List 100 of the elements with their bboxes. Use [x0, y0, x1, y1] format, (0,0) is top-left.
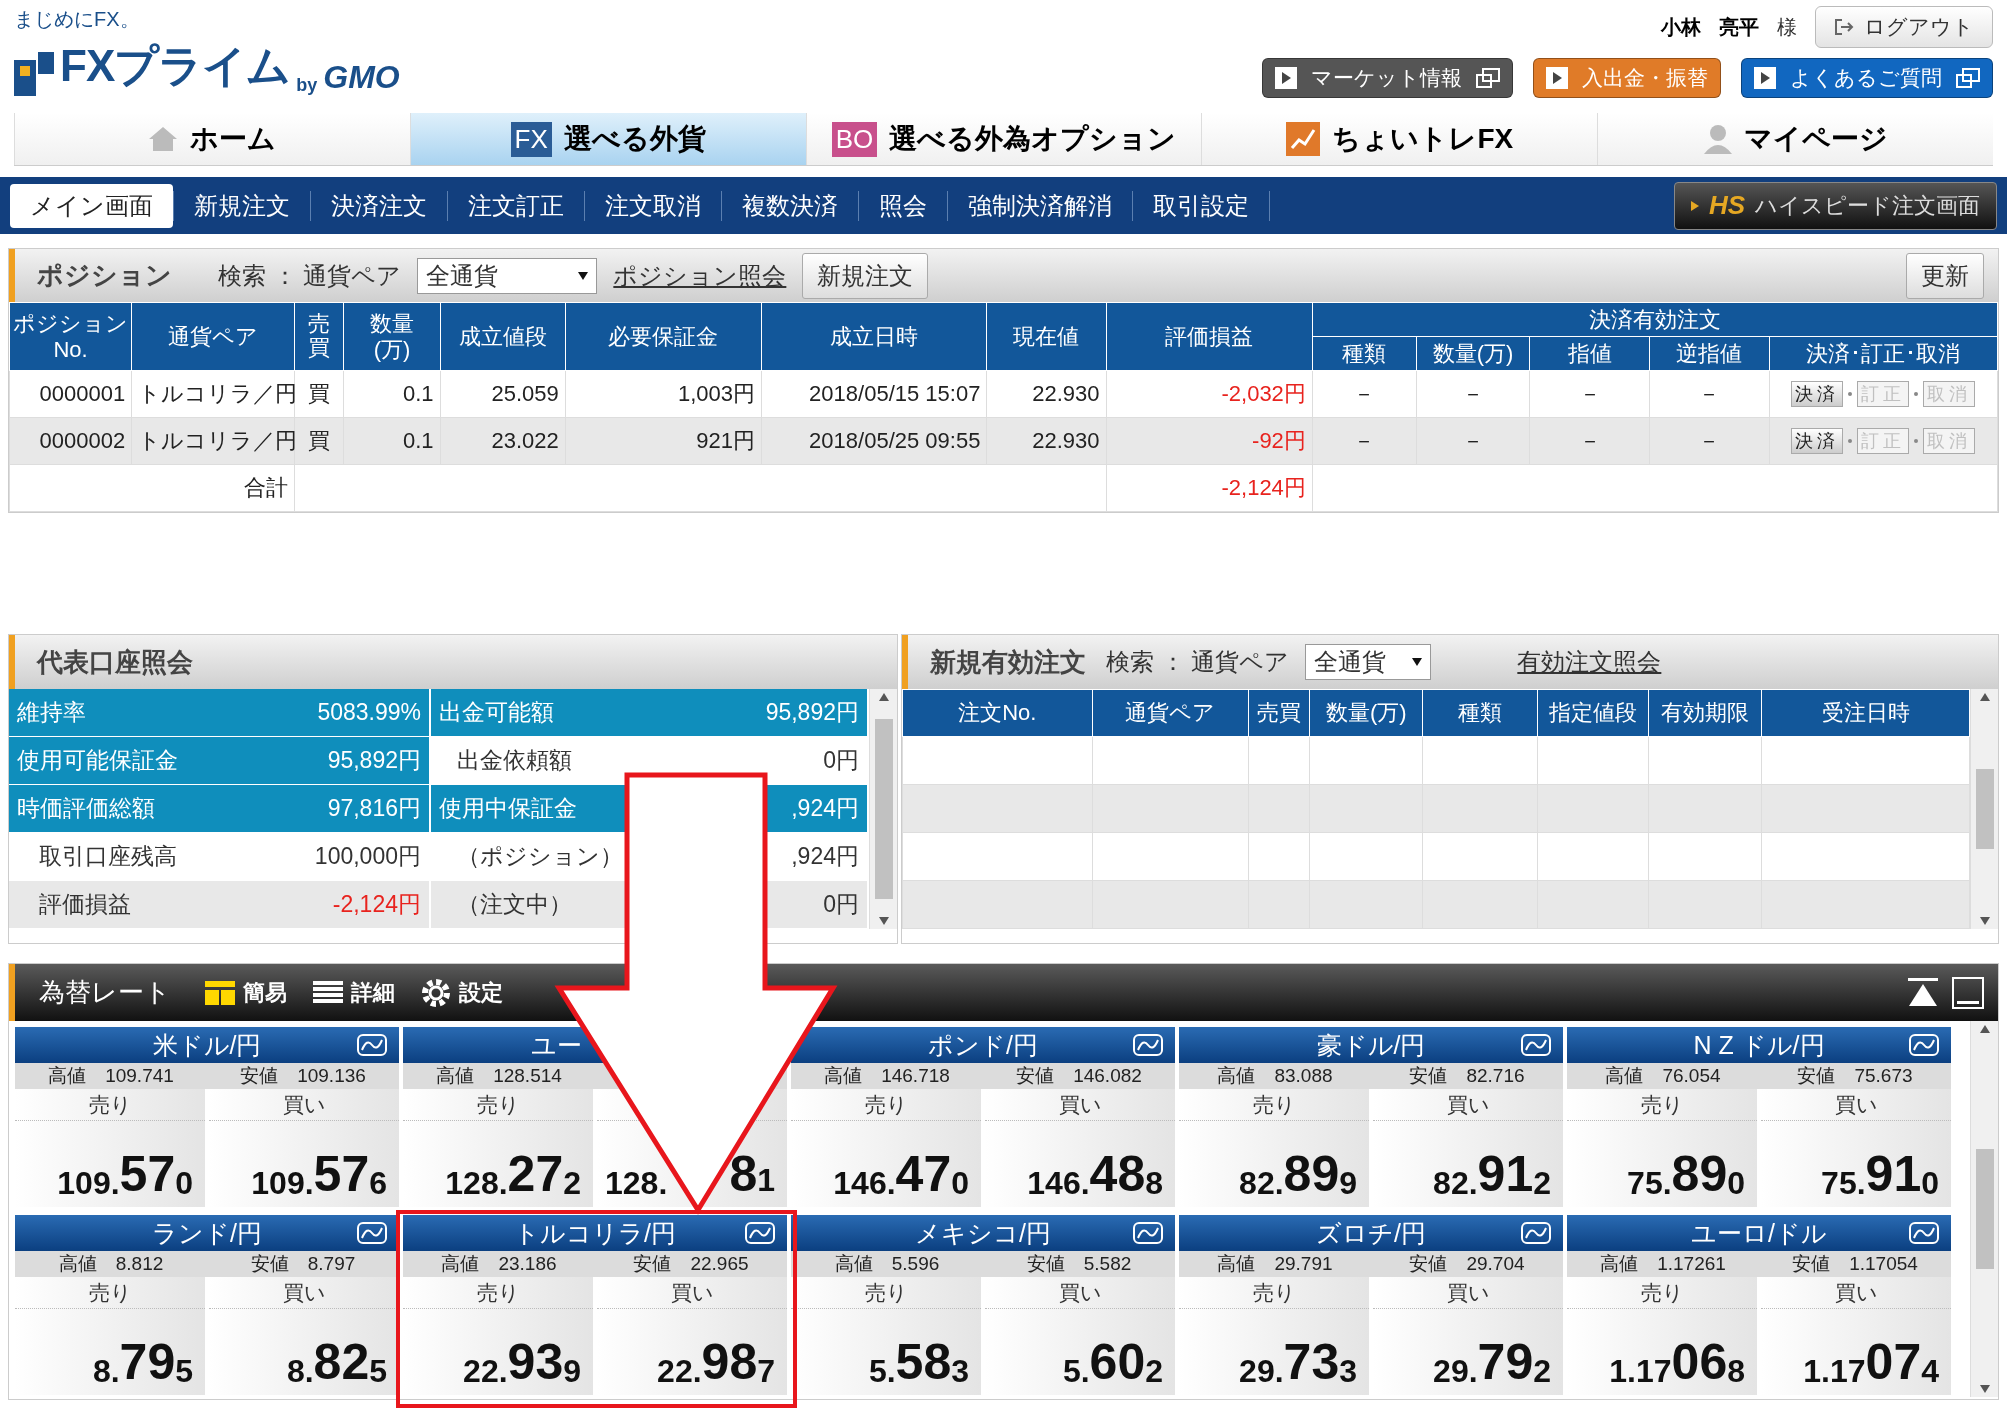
low-price: 安値 75.673: [1796, 1064, 1914, 1088]
scroll-thumb[interactable]: [1975, 1149, 1994, 1269]
column-header: 必要保証金: [565, 302, 762, 371]
play-icon: [1690, 200, 1699, 211]
chart-icon[interactable]: [1133, 1222, 1163, 1244]
scrollbar[interactable]: [1970, 1021, 1998, 1397]
bid-price: 109.570: [56, 1145, 194, 1204]
column-header: 指定値段: [1537, 689, 1649, 737]
panel-title: 代表口座照会: [37, 645, 193, 679]
high-price: 高値 83.088: [1216, 1064, 1334, 1088]
table-cell: -2,032円: [1106, 370, 1313, 418]
high-price: 高値 146.718: [823, 1064, 951, 1088]
scroll-thumb[interactable]: [1975, 769, 1994, 849]
ask-price: 29.792: [1432, 1333, 1552, 1392]
currency-select[interactable]: 全通貨: [1305, 644, 1432, 680]
currency-pair: ズロチ/円: [1316, 1217, 1426, 1249]
position-link[interactable]: ポジション照会: [613, 259, 787, 292]
table-cell: 23.022: [440, 417, 566, 465]
account-label: 取引口座残高: [39, 842, 177, 871]
table-cell: トルコリラ／円: [131, 417, 295, 465]
view-button[interactable]: 詳細: [307, 977, 401, 1008]
header-button[interactable]: マーケット情報: [1262, 58, 1513, 98]
dropdown-icon: [1412, 658, 1423, 666]
chart-icon[interactable]: [1133, 1034, 1163, 1056]
scroll-top-icon[interactable]: [1908, 977, 1938, 1008]
chart-icon[interactable]: [1909, 1222, 1939, 1244]
minimize-icon[interactable]: [1952, 976, 1984, 1009]
account-label: 使用可能保証金: [17, 746, 178, 775]
table-cell: -2,124円: [1106, 464, 1313, 512]
column-header: 売買: [1248, 689, 1310, 737]
menu-tab[interactable]: 照会: [859, 183, 947, 228]
table-cell: 2018/05/25 09:55: [761, 417, 987, 465]
settings-button[interactable]: 設定: [415, 977, 509, 1008]
scrollbar[interactable]: [869, 689, 897, 929]
order-link[interactable]: 有効注文照会: [1517, 646, 1662, 678]
menu-tab[interactable]: 注文取消: [585, 183, 721, 228]
column-header: 数量 (万): [343, 302, 441, 371]
high-price: 高値 109.741: [47, 1064, 175, 1088]
scroll-down-icon: [878, 917, 889, 925]
nav-tab[interactable]: BO 選べる外為オプション: [805, 113, 1202, 165]
user-name: 亮平: [1719, 14, 1759, 40]
view-button[interactable]: 簡易: [199, 977, 293, 1008]
scroll-thumb[interactable]: [874, 719, 893, 899]
menu-tab[interactable]: 複数決済: [722, 183, 858, 228]
table-cell: －: [1529, 370, 1650, 418]
user-name: 小林: [1661, 14, 1701, 40]
new-order-button[interactable]: 新規注文: [802, 252, 929, 299]
high-speed-order-button[interactable]: HS ハイスピード注文画面: [1673, 181, 1997, 230]
account-value: 100,000円: [314, 842, 421, 871]
menu-tab[interactable]: 強制決済解消: [948, 183, 1132, 228]
ask-price: 81: [729, 1149, 775, 1199]
menu-tab[interactable]: 決済注文: [311, 183, 447, 228]
currency-pair: ユー: [531, 1029, 582, 1061]
refresh-button[interactable]: 更新: [1906, 252, 1984, 299]
list-icon: [313, 980, 343, 1005]
nav-tab[interactable]: マイページ: [1597, 113, 1993, 165]
buy-label: 買い: [985, 1089, 1175, 1121]
sell-label: 売り: [403, 1277, 593, 1309]
buy-label: 買い: [209, 1277, 399, 1309]
menu-tab[interactable]: 新規注文: [174, 183, 310, 228]
low-price: 安値 8.797: [249, 1252, 357, 1276]
chart-icon[interactable]: [745, 1222, 775, 1244]
ask-price: 109.576: [250, 1145, 388, 1204]
total-label: 合計: [9, 464, 295, 512]
menu-tab[interactable]: 取引設定: [1133, 183, 1269, 228]
table-cell: 22.930: [986, 370, 1107, 418]
chart-icon[interactable]: [1909, 1034, 1939, 1056]
badge-icon: FX: [510, 121, 552, 157]
table-cell: －: [1312, 370, 1417, 418]
table-cell: －: [1416, 417, 1530, 465]
column-header: 通貨ペア: [1092, 689, 1249, 737]
menu-tab[interactable]: 注文訂正: [448, 183, 584, 228]
bid-price: 8.795: [91, 1333, 194, 1392]
chart-icon[interactable]: [1521, 1222, 1551, 1244]
column-header: 数量(万): [1309, 689, 1423, 737]
column-header: ポジション No.: [9, 302, 132, 371]
logout-button[interactable]: ログアウト: [1815, 6, 1993, 48]
ask-price: 1.17074: [1802, 1333, 1940, 1392]
chart-icon[interactable]: [357, 1034, 387, 1056]
account-value: 95,892円: [327, 746, 421, 775]
action-button[interactable]: 決済: [1791, 428, 1844, 454]
ask-price: 22.987: [656, 1333, 776, 1392]
tagline: まじめにFX。: [14, 7, 141, 32]
scrollbar[interactable]: [1970, 689, 1998, 929]
action-button[interactable]: 決済: [1791, 381, 1844, 407]
currency-select[interactable]: 全通貨: [417, 257, 598, 294]
ask-price: 146.488: [1026, 1145, 1164, 1204]
menu-tab[interactable]: メイン画面: [10, 183, 173, 228]
nav-tab[interactable]: ちょいトレFX: [1201, 113, 1598, 165]
chart-icon[interactable]: [357, 1222, 387, 1244]
buy-label: 買い: [1761, 1277, 1951, 1309]
table-cell: 1,003円: [565, 370, 762, 418]
account-value: 0円: [823, 746, 859, 775]
nav-tab[interactable]: FX 選べる外貨: [409, 113, 806, 165]
column-header: 種類: [1312, 336, 1417, 371]
nav-tab[interactable]: ホーム: [14, 113, 410, 165]
column-header: 受注日時: [1761, 689, 1970, 737]
header-button[interactable]: よくあるご質問: [1741, 58, 1993, 98]
bid-price: 82.899: [1238, 1145, 1358, 1204]
chart-icon[interactable]: [1521, 1034, 1551, 1056]
